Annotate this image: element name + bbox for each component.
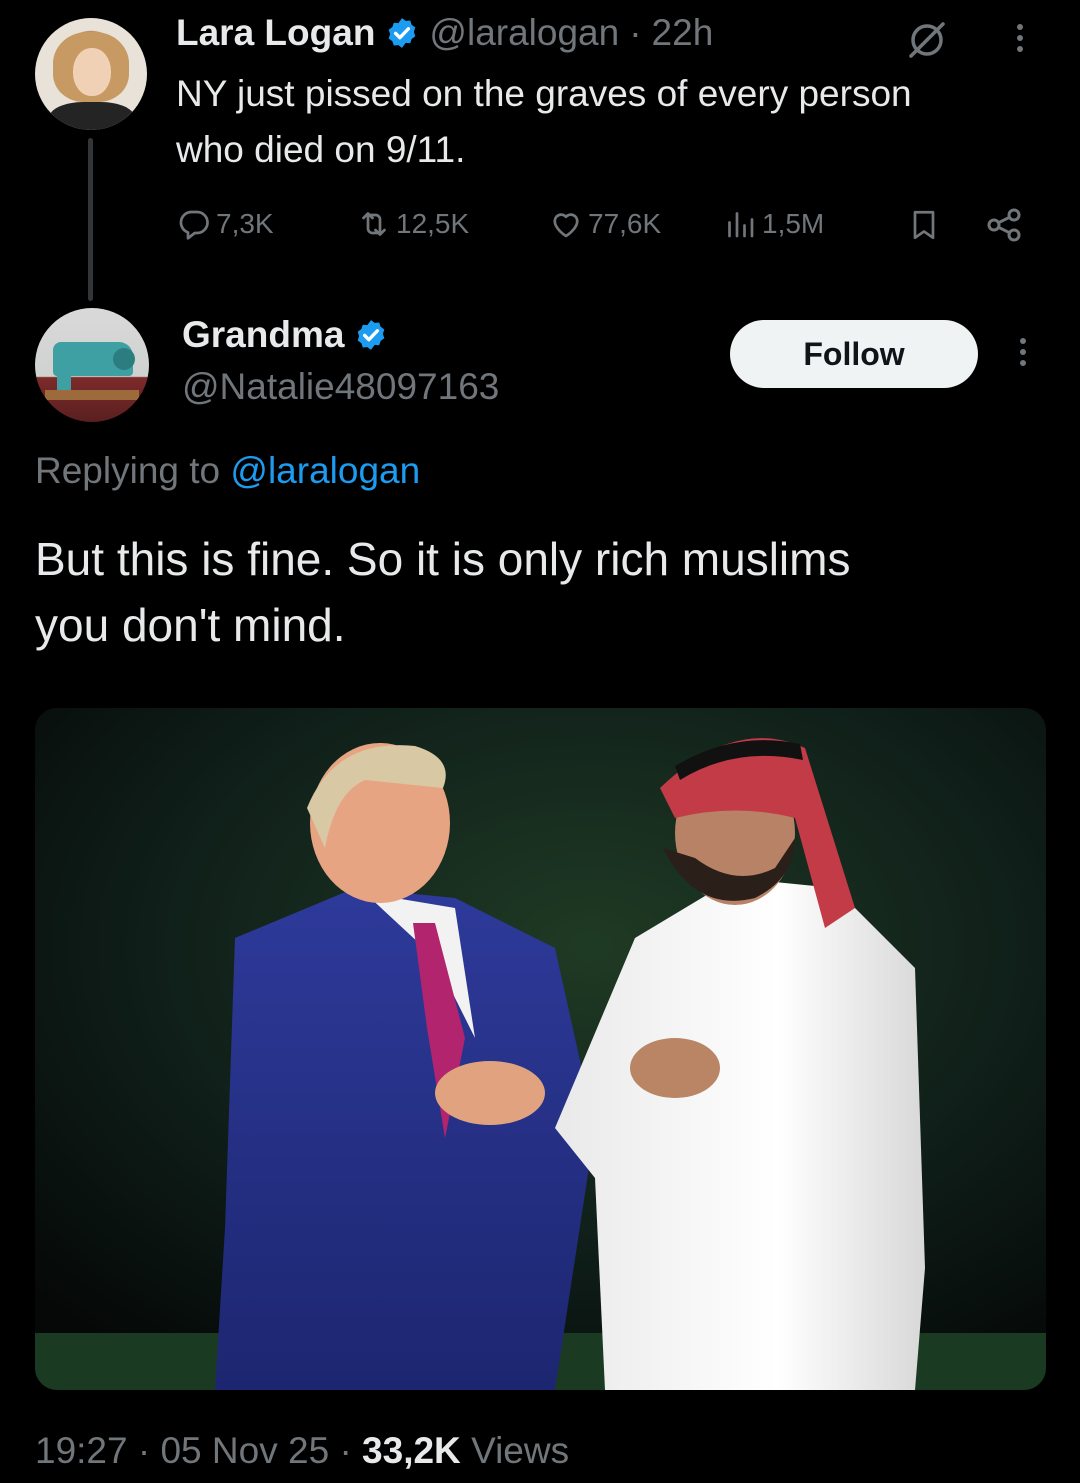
parent-tweet-text: NY just pissed on the graves of every pe… <box>176 66 912 178</box>
reply-more-icon[interactable] <box>1020 338 1026 366</box>
reply-icon <box>179 210 209 240</box>
verified-badge-icon <box>358 320 385 350</box>
reply-action[interactable]: 7,3K <box>176 206 274 242</box>
total-views-count: 33,2K <box>362 1430 461 1471</box>
tweet-photo[interactable] <box>35 708 1046 1390</box>
views-icon <box>728 212 754 238</box>
post-date[interactable]: 05 Nov 25 <box>160 1430 329 1471</box>
reply-author-row: Grandma <box>182 314 388 356</box>
repost-count: 12,5K <box>396 208 470 239</box>
like-icon <box>553 213 579 238</box>
author-name[interactable]: Lara Logan <box>176 12 375 54</box>
replying-to: Replying to @laralogan <box>35 450 420 492</box>
post-time[interactable]: 19:27 <box>35 1430 128 1471</box>
avatar-lara-logan[interactable] <box>35 18 147 130</box>
reply-author-handle[interactable]: @Natalie48097163 <box>182 366 499 408</box>
replying-prefix: Replying to <box>35 450 221 491</box>
reply-tweet-text: But this is fine. So it is only rich mus… <box>35 526 1035 658</box>
avatar-grandma[interactable] <box>35 308 149 422</box>
parent-tweet-text-line2: who died on 9/11. <box>176 129 466 170</box>
reply-count: 7,3K <box>216 208 274 239</box>
parent-tweet-header: Lara Logan @laralogan · 22h <box>176 12 713 54</box>
reply-author-name[interactable]: Grandma <box>182 314 344 356</box>
thread-connector-line <box>88 138 93 301</box>
separator-dot: · <box>339 1430 352 1471</box>
parent-tweet-text-line1: NY just pissed on the graves of every pe… <box>176 73 912 114</box>
separator-dot: · <box>137 1430 151 1471</box>
views-label: Views <box>471 1430 570 1471</box>
share-icon[interactable] <box>984 205 1024 245</box>
verified-badge-icon <box>389 18 416 48</box>
post-time[interactable]: 22h <box>652 12 714 54</box>
like-count: 77,6K <box>588 208 662 239</box>
views-action[interactable]: 1,5M <box>722 206 824 242</box>
reply-tweet-text-line2: you don't mind. <box>35 599 346 651</box>
repost-icon <box>362 212 386 236</box>
like-action[interactable]: 77,6K <box>548 206 661 242</box>
replying-handle-link[interactable]: @laralogan <box>230 450 420 491</box>
handshake-photo-image <box>35 708 1046 1390</box>
grok-icon[interactable] <box>903 16 951 64</box>
follow-button[interactable]: Follow <box>730 320 978 388</box>
repost-action[interactable]: 12,5K <box>356 206 469 242</box>
bookmark-icon[interactable] <box>906 207 942 243</box>
separator-dot: · <box>629 12 642 53</box>
author-handle[interactable]: @laralogan <box>429 12 619 54</box>
parent-more-icon[interactable] <box>1017 24 1023 52</box>
reply-tweet-text-line1: But this is fine. So it is only rich mus… <box>35 533 851 585</box>
tweet-meta: 19:27 · 05 Nov 25 · 33,2K Views <box>35 1430 569 1472</box>
views-count: 1,5M <box>762 208 825 239</box>
